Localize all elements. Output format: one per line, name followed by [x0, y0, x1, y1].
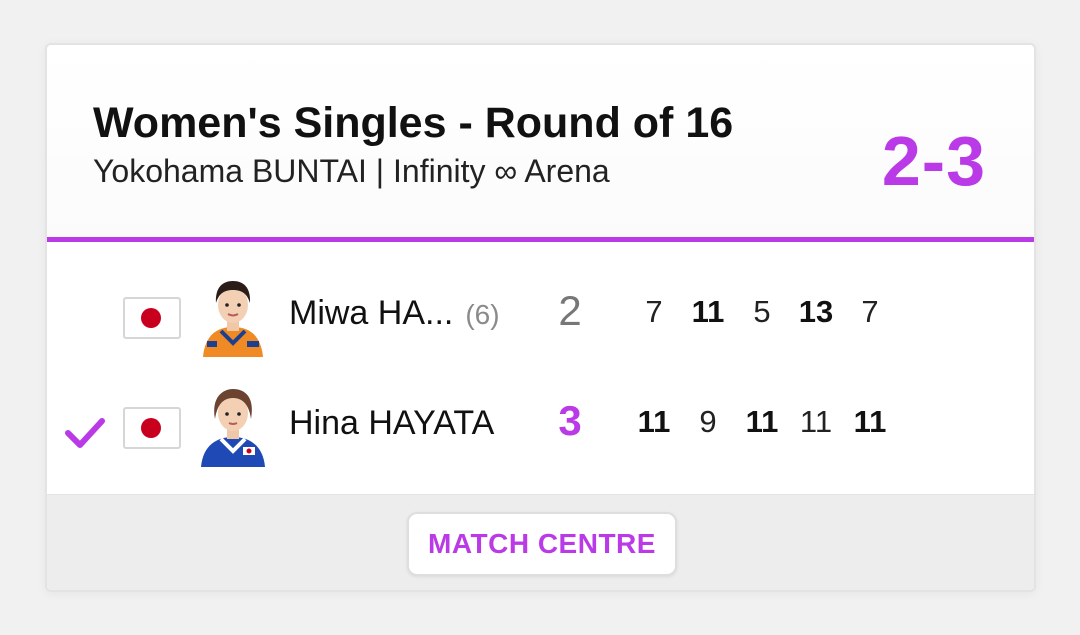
set-score: 11 — [853, 404, 887, 439]
match-score: 2-3 — [881, 122, 986, 200]
player-avatar — [197, 385, 269, 467]
match-venue: Yokohama BUNTAI | Infinity ∞ Arena — [93, 153, 610, 189]
set-score: 9 — [699, 404, 717, 439]
set-scores: 11 9 11 11 11 — [627, 404, 897, 440]
match-header: Women's Singles - Round of 16 Yokohama B… — [47, 45, 1034, 242]
set-score: 11 — [691, 294, 725, 329]
set-score: 5 — [753, 294, 771, 329]
player-name: Hina HAYATA — [289, 404, 495, 442]
set-score: 11 — [745, 404, 779, 439]
set-score: 13 — [798, 294, 834, 329]
player-avatar — [197, 275, 269, 357]
match-centre-button[interactable]: MATCH CENTRE — [407, 512, 677, 576]
japan-flag-icon — [123, 407, 181, 449]
player-name-row: Miwa HA... (6) — [289, 294, 500, 333]
set-score: 7 — [861, 294, 879, 329]
games-won: 3 — [558, 397, 582, 444]
checkmark-icon — [65, 418, 105, 448]
player-name: Miwa HA... — [289, 294, 454, 332]
games-won: 2 — [558, 287, 582, 334]
set-scores: 7 11 5 13 7 — [627, 294, 897, 330]
set-score: 11 — [637, 404, 671, 439]
player-row: Miwa HA... (6) 2 7 11 5 13 7 — [47, 267, 1034, 363]
match-card: Women's Singles - Round of 16 Yokohama B… — [45, 43, 1036, 592]
card-footer: MATCH CENTRE — [47, 494, 1034, 590]
japan-flag-icon — [123, 297, 181, 339]
player-row: Hina HAYATA 3 11 9 11 11 11 — [47, 377, 1034, 473]
player-seed: (6) — [465, 299, 500, 330]
set-score: 7 — [645, 294, 663, 329]
set-score: 11 — [799, 404, 833, 439]
player-name-row: Hina HAYATA — [289, 404, 494, 443]
match-title: Women's Singles - Round of 16 — [93, 99, 734, 147]
